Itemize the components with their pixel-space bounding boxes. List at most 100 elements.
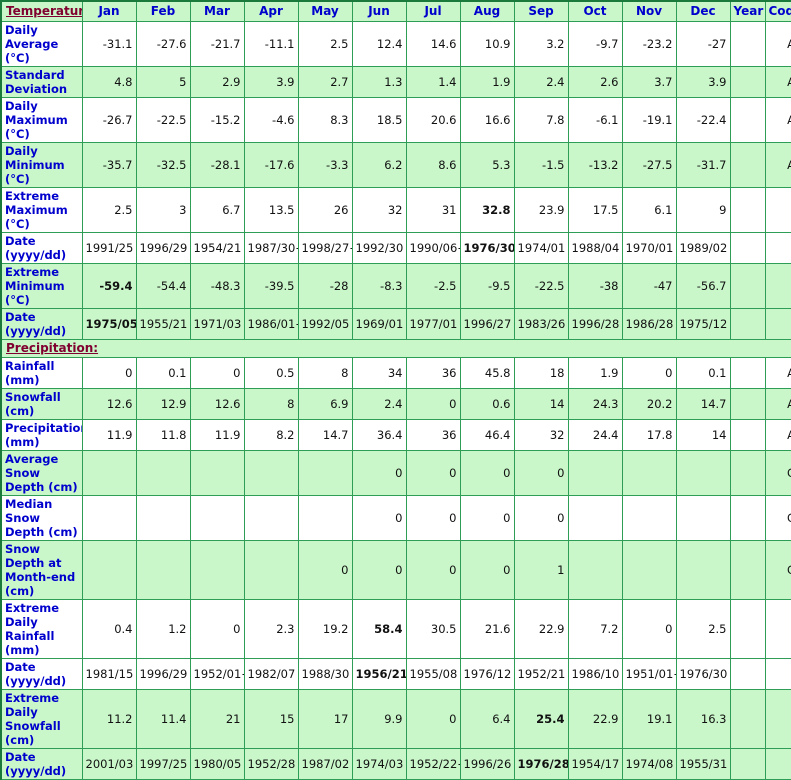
climate-data-table: Temperature:JanFebMarAprMayJunJulAugSepO…	[0, 0, 791, 780]
cell-precipitation-mar: 11.9	[189, 418, 245, 451]
cell-date-year	[729, 307, 766, 340]
cell-date-jun: 1969/01	[351, 307, 407, 340]
table-row: Date (yyyy/dd) 2001/03 1997/25 1980/05 1952/…	[0, 747, 791, 780]
cell-date-may: 1998/27+	[297, 231, 353, 264]
cell-extreme-maximum-jan: 2.5	[81, 186, 137, 233]
cell-snow-depth-at-month-end-jul: 0	[405, 539, 461, 600]
cell-snow-depth-at-month-end-apr	[243, 539, 299, 600]
cell-date-dec: 1975/12	[675, 307, 731, 340]
cell-median-snow-depth-feb	[135, 494, 191, 541]
cell-daily-minimum-sep: -1.5	[513, 141, 569, 188]
cell-median-snow-depth-aug: 0	[459, 494, 515, 541]
cell-daily-minimum-nov: -27.5	[621, 141, 677, 188]
column-header-jul: Jul	[405, 0, 461, 22]
cell-date-jun: 1974/03	[351, 747, 407, 780]
column-header-aug: Aug	[459, 0, 515, 22]
cell-date-dec: 1976/30	[675, 657, 731, 690]
cell-daily-minimum-jan: -35.7	[81, 141, 137, 188]
table-row: Standard Deviation 4.8 5 2.9 3.9 2.7 1.3 1.4 1.9…	[0, 65, 791, 98]
cell-extreme-minimum-feb: -54.4	[135, 262, 191, 309]
cell-precipitation-dec: 14	[675, 418, 731, 451]
cell-average-snow-depth-nov	[621, 449, 677, 496]
row-label-extreme-maximum: Extreme Maximum (°C)	[0, 186, 83, 233]
cell-median-snow-depth-sep: 0	[513, 494, 569, 541]
cell-standard-deviation-jul: 1.4	[405, 65, 461, 98]
cell-snowfall-year	[729, 387, 766, 420]
row-label-extreme-daily-snowfall: Extreme Daily Snowfall (cm)	[0, 688, 83, 749]
cell-snow-depth-at-month-end-code: C	[764, 539, 791, 600]
cell-daily-average-dec: -27	[675, 20, 731, 67]
cell-snow-depth-at-month-end-feb	[135, 539, 191, 600]
cell-date-jan: 1991/25	[81, 231, 137, 264]
cell-date-aug: 1996/26	[459, 747, 515, 780]
cell-standard-deviation-sep: 2.4	[513, 65, 569, 98]
cell-snowfall-mar: 12.6	[189, 387, 245, 420]
cell-date-feb: 1955/21	[135, 307, 191, 340]
cell-extreme-daily-rainfall-sep: 22.9	[513, 598, 569, 659]
cell-date-code	[764, 307, 791, 340]
table-row: Date (yyyy/dd) 1975/05 1955/21 1971/03 1986/…	[0, 307, 791, 340]
cell-average-snow-depth-may	[297, 449, 353, 496]
table-row: Rainfall (mm)00.100.58343645.8181.900.1A	[0, 356, 791, 389]
cell-median-snow-depth-mar	[189, 494, 245, 541]
row-label-average-snow-depth: Average Snow Depth (cm)	[0, 449, 83, 496]
cell-daily-minimum-feb: -32.5	[135, 141, 191, 188]
cell-extreme-daily-rainfall-nov: 0	[621, 598, 677, 659]
cell-average-snow-depth-dec	[675, 449, 731, 496]
cell-extreme-maximum-may: 26	[297, 186, 353, 233]
cell-rainfall-feb: 0.1	[135, 356, 191, 389]
cell-daily-average-mar: -21.7	[189, 20, 245, 67]
cell-precipitation-nov: 17.8	[621, 418, 677, 451]
column-header-may: May	[297, 0, 353, 22]
cell-date-dec: 1955/31	[675, 747, 731, 780]
cell-extreme-minimum-mar: -48.3	[189, 262, 245, 309]
cell-extreme-daily-rainfall-feb: 1.2	[135, 598, 191, 659]
cell-snowfall-jan: 12.6	[81, 387, 137, 420]
table-row: Date (yyyy/dd) 1991/25 1996/29 1954/21 1987/…	[0, 231, 791, 264]
cell-rainfall-jul: 36	[405, 356, 461, 389]
cell-extreme-daily-snowfall-code	[764, 688, 791, 749]
cell-daily-average-jun: 12.4	[351, 20, 407, 67]
cell-extreme-daily-snowfall-sep: 25.4	[513, 688, 569, 749]
cell-date-year	[729, 231, 766, 264]
cell-extreme-daily-snowfall-aug: 6.4	[459, 688, 515, 749]
table-row: Daily Minimum (°C) -35.7 -32.5 -28.1 -17.6 -3…	[0, 141, 791, 188]
cell-median-snow-depth-apr	[243, 494, 299, 541]
cell-extreme-daily-rainfall-apr: 2.3	[243, 598, 299, 659]
cell-extreme-minimum-nov: -47	[621, 262, 677, 309]
cell-daily-maximum-code: A	[764, 96, 791, 143]
cell-date-apr: 1986/01+	[243, 307, 299, 340]
table-row: Extreme Minimum (°C) -59.4 -54.4 -48.3 -39.5…	[0, 262, 791, 309]
cell-standard-deviation-may: 2.7	[297, 65, 353, 98]
column-header-jan: Jan	[81, 0, 137, 22]
cell-date-nov: 1974/08	[621, 747, 677, 780]
cell-snowfall-aug: 0.6	[459, 387, 515, 420]
cell-precipitation-sep: 32	[513, 418, 569, 451]
cell-snowfall-dec: 14.7	[675, 387, 731, 420]
cell-daily-average-jul: 14.6	[405, 20, 461, 67]
cell-date-sep: 1952/21	[513, 657, 569, 690]
row-label-snow-depth-at-month-end: Snow Depth at Month-end (cm)	[0, 539, 83, 600]
cell-daily-maximum-oct: -6.1	[567, 96, 623, 143]
column-header-jun: Jun	[351, 0, 407, 22]
cell-daily-minimum-year	[729, 141, 766, 188]
cell-daily-minimum-jul: 8.6	[405, 141, 461, 188]
cell-extreme-minimum-aug: -9.5	[459, 262, 515, 309]
cell-rainfall-aug: 45.8	[459, 356, 515, 389]
cell-extreme-minimum-may: -28	[297, 262, 353, 309]
cell-snowfall-feb: 12.9	[135, 387, 191, 420]
cell-average-snow-depth-year	[729, 449, 766, 496]
cell-extreme-daily-rainfall-code	[764, 598, 791, 659]
cell-date-jan: 1975/05	[81, 307, 137, 340]
cell-precipitation-jun: 36.4	[351, 418, 407, 451]
cell-daily-minimum-jun: 6.2	[351, 141, 407, 188]
row-label-extreme-daily-rainfall: Extreme Daily Rainfall (mm)	[0, 598, 83, 659]
cell-extreme-maximum-sep: 23.9	[513, 186, 569, 233]
cell-date-jul: 1952/22+	[405, 747, 461, 780]
cell-snowfall-oct: 24.3	[567, 387, 623, 420]
row-label-daily-minimum: Daily Minimum (°C)	[0, 141, 83, 188]
cell-rainfall-jun: 34	[351, 356, 407, 389]
cell-date-mar: 1952/01+	[189, 657, 245, 690]
column-header-sep: Sep	[513, 0, 569, 22]
cell-extreme-minimum-apr: -39.5	[243, 262, 299, 309]
